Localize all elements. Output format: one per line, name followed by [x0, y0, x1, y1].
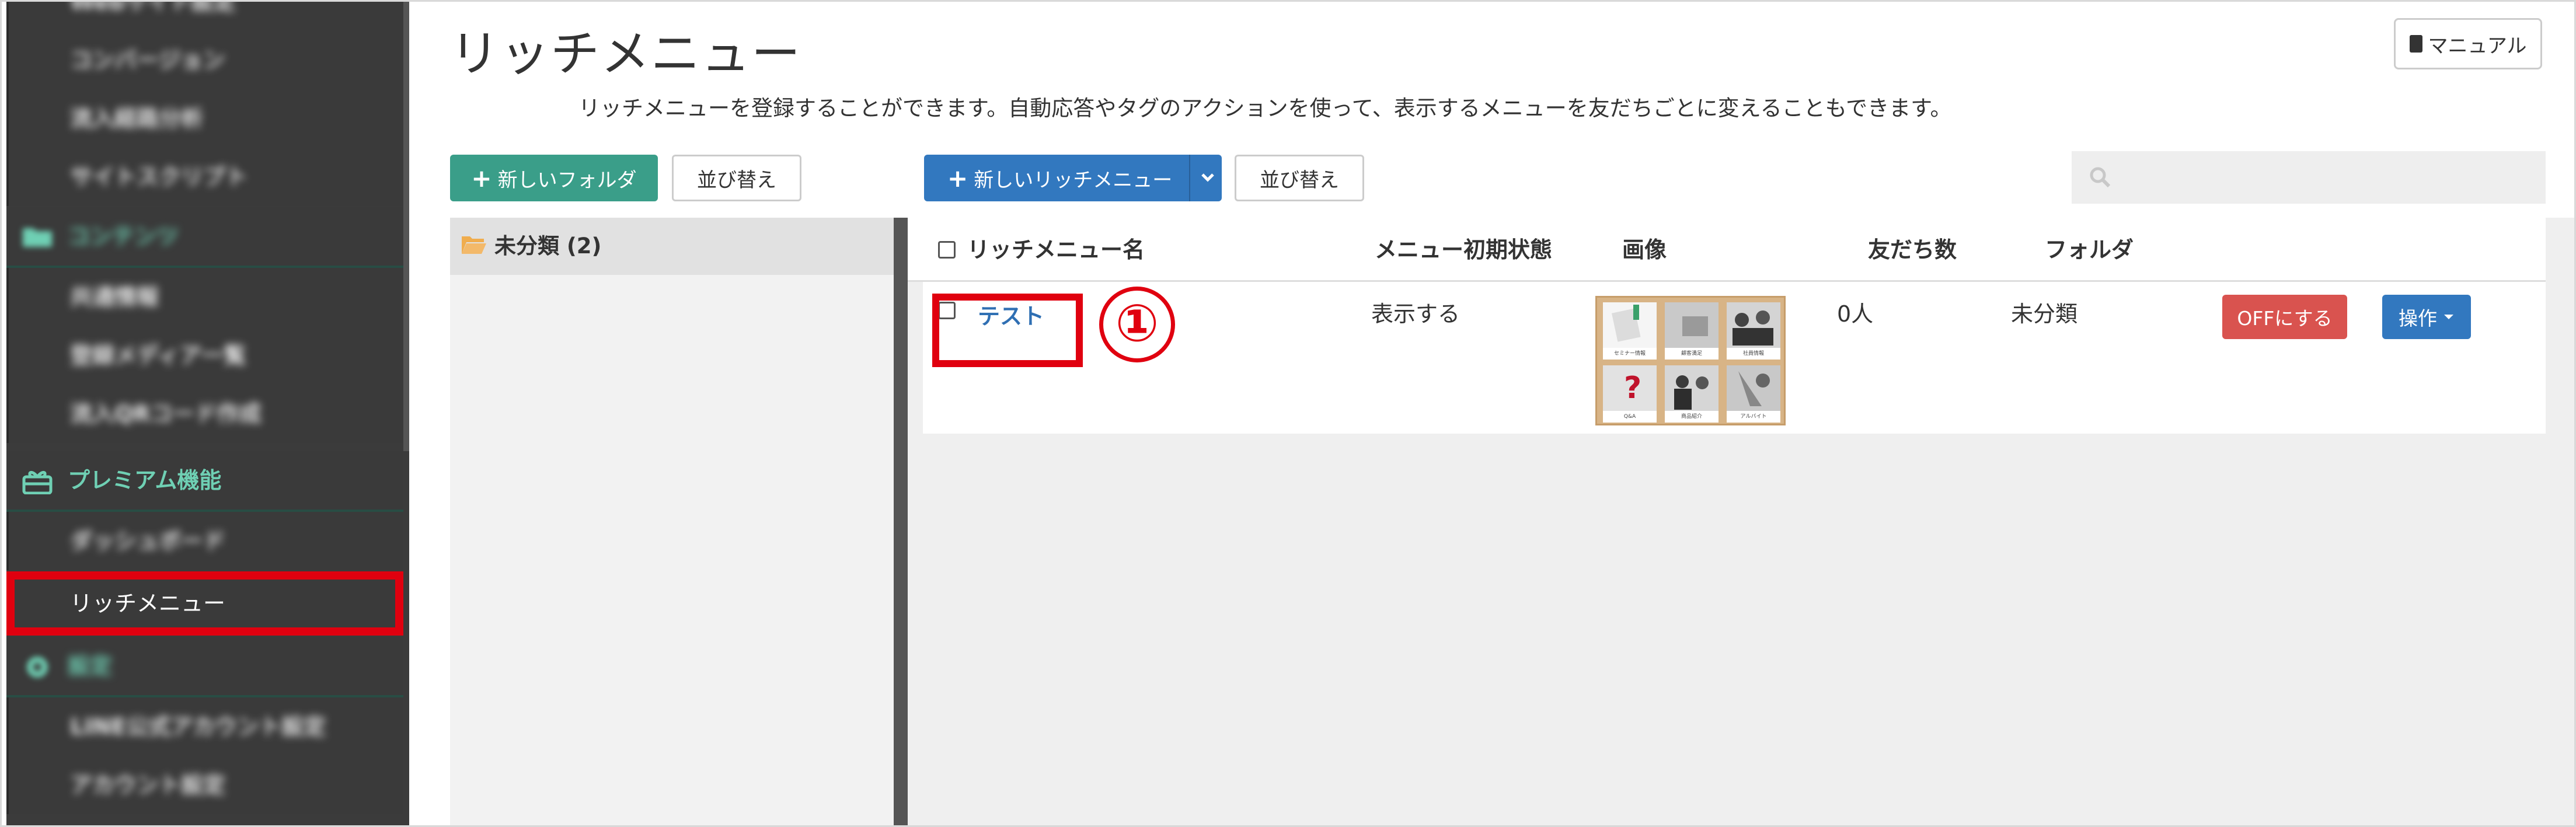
search-input[interactable]: [2072, 151, 2546, 204]
sidebar-item-label: 登録メディア一覧: [70, 343, 246, 368]
caret-down-icon: [2444, 315, 2453, 319]
turn-off-label: OFFにする: [2237, 307, 2333, 330]
thumbnail-tile: アルバイト: [1727, 365, 1780, 423]
sidebar-section-premium[interactable]: プレミアム機能: [6, 451, 403, 510]
chevron-down-icon[interactable]: [1201, 170, 1215, 184]
plus-icon: +: [471, 163, 492, 193]
initial-state-value: 表示する: [1371, 301, 1460, 327]
thumbnail-caption: 顧客満足: [1665, 348, 1719, 360]
turn-off-button[interactable]: OFFにする: [2222, 295, 2347, 339]
thumbnail-tile: ? Q&A: [1603, 365, 1657, 423]
sidebar-section-label: コンテンツ: [68, 224, 179, 249]
sidebar-item-media-list[interactable]: 登録メディア一覧: [6, 326, 403, 385]
sidebar-item-account-settings[interactable]: アカウント設定: [6, 756, 403, 814]
thumbnail-caption: 社員情報: [1727, 348, 1780, 360]
sidebar-item-label: コンバージョン: [70, 47, 225, 73]
friends-count: 0人: [1837, 301, 1874, 327]
sort-folders-label: 並び替え: [697, 168, 776, 192]
sidebar-section-label: 設定: [68, 653, 113, 679]
select-all-checkbox[interactable]: [938, 241, 956, 259]
panel-divider[interactable]: [894, 218, 908, 825]
folder-value: 未分類: [2011, 301, 2078, 327]
folder-panel: 未分類 (2): [450, 218, 894, 825]
sidebar-item-label: 共通情報: [70, 284, 159, 310]
sidebar-item-common-info[interactable]: 共通情報: [6, 268, 403, 326]
sidebar-item-label: リッチメニュー: [70, 591, 226, 616]
sidebar-section-settings[interactable]: 設定: [6, 637, 403, 695]
sidebar-item-web-settings[interactable]: Webサイト設定: [6, 0, 403, 31]
page-description: リッチメニューを登録することができます。自動応答やタグのアクションを使って、表示…: [578, 96, 1952, 121]
sidebar-item-site-script[interactable]: サイトスクリプト: [6, 148, 403, 206]
sort-richmenus-button[interactable]: 並び替え: [1235, 155, 1364, 201]
richmenu-table: リッチメニュー名 メニュー初期状態 画像 友だち数 フォルダ テスト ① 表示す…: [908, 218, 2574, 825]
sidebar-item-label: 流入QRコード作成: [70, 401, 262, 427]
svg-text:?: ?: [1624, 371, 1641, 406]
thumbnail-tile: セミナー情報: [1603, 302, 1657, 360]
sidebar-item-dashboard[interactable]: ダッシュボード: [6, 512, 403, 570]
sidebar: Webサイト設定 コンバージョン 流入経路分析 サイトスクリプト コンテンツ 共…: [6, 0, 409, 825]
gift-icon: [22, 469, 53, 495]
table-row: テスト ① 表示する セミナー情報 顧客満足 社員情報 ? Q&A 商品紹介 ア…: [923, 282, 2546, 434]
thumbnail-tile: 商品紹介: [1665, 365, 1719, 423]
header-image: 画像: [1622, 237, 1667, 263]
folder-name: 未分類 (2): [494, 233, 602, 259]
table-header: リッチメニュー名 メニュー初期状態 画像 友だち数 フォルダ: [908, 218, 2546, 282]
search-icon: [2090, 167, 2111, 188]
sidebar-item-label: サイトスクリプト: [70, 164, 248, 190]
sidebar-item-line-account[interactable]: LINE公式アカウント設定: [6, 697, 403, 756]
header-folder: フォルダ: [2045, 237, 2134, 263]
folder-open-icon: [462, 236, 486, 254]
sidebar-item-richmenu[interactable]: リッチメニュー: [6, 571, 403, 636]
actions-label: 操作: [2399, 307, 2437, 330]
sidebar-item-label: ダッシュボード: [70, 528, 226, 554]
step-marker: ①: [1099, 287, 1175, 362]
thumbnail-caption: Q&A: [1603, 411, 1657, 423]
header-initial-state: メニュー初期状態: [1375, 237, 1553, 263]
new-folder-button[interactable]: + 新しいフォルダ: [450, 155, 658, 201]
new-richmenu-label: 新しいリッチメニュー: [974, 168, 1173, 192]
header-name: リッチメニュー名: [967, 237, 1145, 263]
sidebar-item-label: LINE公式アカウント設定: [70, 714, 326, 739]
sidebar-section-contents[interactable]: コンテンツ: [6, 207, 403, 266]
new-folder-label: 新しいフォルダ: [497, 168, 637, 192]
sidebar-item-label: アカウント設定: [70, 772, 226, 798]
manual-button[interactable]: マニュアル: [2394, 18, 2542, 69]
book-icon: [2409, 35, 2422, 53]
sidebar-scrollbar[interactable]: [403, 2, 409, 451]
manual-button-label: マニュアル: [2428, 34, 2527, 58]
thumbnail-caption: 商品紹介: [1665, 411, 1719, 423]
richmenu-thumbnail[interactable]: セミナー情報 顧客満足 社員情報 ? Q&A 商品紹介 アルバイト: [1595, 296, 1786, 425]
thumbnail-caption: セミナー情報: [1603, 348, 1657, 360]
sidebar-item-label: Webサイト設定: [70, 0, 236, 15]
page-title: リッチメニュー: [450, 25, 802, 82]
thumbnail-tile: 顧客満足: [1665, 302, 1719, 360]
folder-item[interactable]: 未分類 (2): [450, 218, 894, 275]
folder-icon: [22, 225, 53, 248]
header-friends: 友だち数: [1868, 237, 1957, 263]
sidebar-item-conversion[interactable]: コンバージョン: [6, 31, 403, 89]
thumbnail-caption: アルバイト: [1727, 411, 1780, 423]
sidebar-item-traffic-analysis[interactable]: 流入経路分析: [6, 89, 403, 148]
sort-richmenus-label: 並び替え: [1260, 168, 1339, 192]
main-content: リッチメニュー リッチメニューを登録することができます。自動応答やタグのアクショ…: [409, 2, 2574, 825]
sort-folders-button[interactable]: 並び替え: [672, 155, 801, 201]
highlight-box: [932, 294, 1083, 367]
sidebar-item-label: 流入経路分析: [70, 106, 204, 131]
sidebar-section-label: プレミアム機能: [68, 467, 222, 493]
actions-dropdown-button[interactable]: 操作: [2382, 295, 2471, 339]
thumbnail-tile: 社員情報: [1727, 302, 1780, 360]
sidebar-item-qr-code[interactable]: 流入QRコード作成: [6, 385, 403, 443]
new-richmenu-button[interactable]: + 新しいリッチメニュー: [924, 155, 1222, 201]
gear-icon: [22, 654, 53, 678]
split-divider: [1189, 155, 1190, 201]
plus-icon: +: [947, 163, 968, 193]
